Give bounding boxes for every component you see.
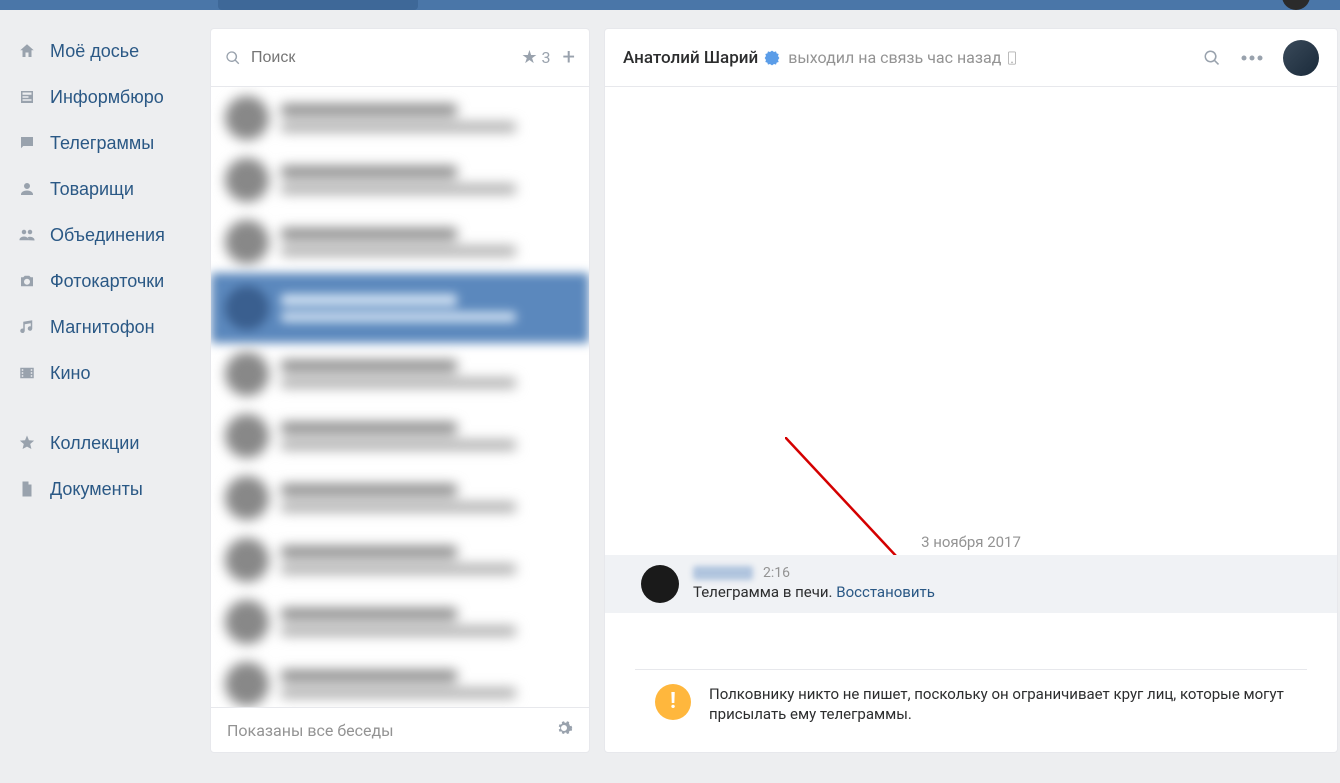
chat-panel: Анатолий Шарий выходил на связь час наза… (604, 28, 1338, 753)
sidebar-item-news[interactable]: Информбюро (8, 74, 210, 120)
search-input[interactable] (251, 49, 521, 67)
conversation-item[interactable] (211, 87, 589, 149)
sidebar-item-documents[interactable]: Документы (8, 466, 210, 512)
music-icon (16, 316, 38, 338)
message-text: Телеграмма в печи. Восстановить (693, 583, 1301, 601)
news-icon (16, 86, 38, 108)
conversations-panel: ★ 3 + Показаны все беседы (210, 28, 590, 753)
sidebar-item-music[interactable]: Магнитофон (8, 304, 210, 350)
sidebar-item-label: Документы (50, 479, 143, 500)
conversation-item-selected[interactable] (211, 273, 589, 343)
sidebar-item-messages[interactable]: Телеграммы (8, 120, 210, 166)
sidebar-item-photos[interactable]: Фотокарточки (8, 258, 210, 304)
conversations-footer-text: Показаны все беседы (227, 721, 394, 740)
topbar-search-fragment (218, 0, 418, 10)
conversation-item[interactable] (211, 529, 589, 591)
sidebar-item-groups[interactable]: Объединения (8, 212, 210, 258)
conversation-item[interactable] (211, 467, 589, 529)
warning-text: Полковнику никто не пишет, поскольку он … (709, 684, 1287, 725)
sidebar-item-label: Кино (50, 363, 91, 384)
sidebar-item-label: Фотокарточки (50, 271, 164, 292)
sidebar-item-collections[interactable]: Коллекции (8, 420, 210, 466)
conversation-item[interactable] (211, 149, 589, 211)
topbar (0, 0, 1340, 10)
conversation-item[interactable] (211, 653, 589, 707)
chat-title[interactable]: Анатолий Шарий (623, 48, 758, 68)
warning-icon: ! (655, 684, 691, 720)
chat-status: выходил на связь час назад (788, 48, 1001, 67)
sidebar-item-label: Товарищи (50, 179, 134, 200)
home-icon (16, 40, 38, 62)
sidebar-item-label: Коллекции (50, 433, 139, 454)
search-icon (225, 50, 241, 66)
sidebar-item-label: Моё досье (50, 41, 139, 62)
restore-link[interactable]: Восстановить (836, 583, 935, 601)
conversation-item[interactable] (211, 211, 589, 273)
message-time: 2:16 (763, 565, 790, 581)
conversation-item[interactable] (211, 405, 589, 467)
warning-box: ! Полковнику никто не пишет, поскольку о… (635, 669, 1307, 739)
star-icon (16, 432, 38, 454)
sidebar: Моё досье Информбюро Телеграммы Товарищи… (0, 28, 210, 783)
message-sender[interactable] (693, 566, 753, 580)
conversations-footer: Показаны все беседы (211, 707, 589, 752)
chat-avatar[interactable] (1283, 40, 1319, 76)
new-conversation-button[interactable]: + (563, 45, 575, 70)
starred-count: 3 (542, 48, 551, 67)
sidebar-item-label: Информбюро (50, 87, 164, 108)
document-icon (16, 478, 38, 500)
gear-icon[interactable] (555, 719, 573, 741)
video-icon (16, 362, 38, 384)
sidebar-item-profile[interactable]: Моё досье (8, 28, 210, 74)
chat-header: Анатолий Шарий выходил на связь час наза… (605, 29, 1337, 87)
friends-icon (16, 178, 38, 200)
more-icon[interactable] (1241, 55, 1263, 61)
sidebar-item-video[interactable]: Кино (8, 350, 210, 396)
verified-icon (764, 50, 780, 66)
chat-body: 3 ноября 2017 2:16 Телеграмма в печи. Во… (605, 87, 1337, 752)
conversations-search-bar: ★ 3 + (211, 29, 589, 87)
conversation-item[interactable] (211, 343, 589, 405)
sidebar-item-friends[interactable]: Товарищи (8, 166, 210, 212)
chat-date: 3 ноября 2017 (605, 523, 1337, 557)
chat-icon (16, 132, 38, 154)
mobile-icon (1007, 51, 1017, 65)
message-avatar[interactable] (641, 565, 679, 603)
conversation-item[interactable] (211, 591, 589, 653)
sidebar-item-label: Магнитофон (50, 317, 155, 338)
conversations-list[interactable] (211, 87, 589, 707)
sidebar-item-label: Телеграммы (50, 133, 154, 154)
topbar-avatar[interactable] (1282, 0, 1310, 10)
star-icon[interactable]: ★ (521, 47, 537, 68)
message-row: 2:16 Телеграмма в печи. Восстановить (605, 555, 1337, 613)
sidebar-item-label: Объединения (50, 225, 165, 246)
camera-icon (16, 270, 38, 292)
chat-search-icon[interactable] (1203, 49, 1221, 67)
groups-icon (16, 224, 38, 246)
